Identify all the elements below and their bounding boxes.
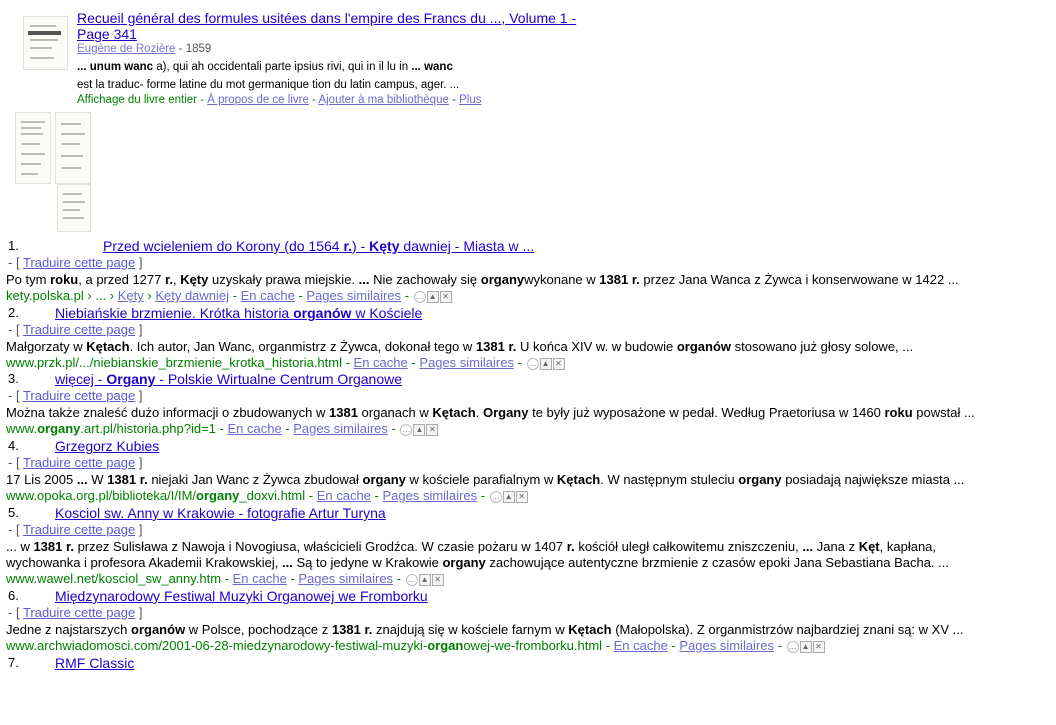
promote-icon[interactable]: ▲ xyxy=(539,357,552,370)
result-number: 3. xyxy=(8,371,19,386)
book-author-link[interactable]: Eugène de Rozière xyxy=(77,43,175,55)
result-tools: … ▲ ✕ xyxy=(405,571,444,586)
book-snippet-line1: ... unum wanc a), qui ah occidentali par… xyxy=(77,61,453,73)
translate-row: - [ Traduire cette page ] xyxy=(8,255,143,270)
result-title-link[interactable]: RMF Classic xyxy=(55,655,134,671)
similar-pages-link[interactable]: Pages similaires xyxy=(382,488,477,503)
translate-row: - [ Traduire cette page ] xyxy=(8,455,143,470)
result-snippet: Małgorzaty w Kętach. Ich autor, Jan Wanc… xyxy=(6,339,914,354)
translate-link[interactable]: Traduire cette page xyxy=(23,522,135,537)
result-title-link[interactable]: więcej - Organy - Polskie Wirtualne Cent… xyxy=(55,371,402,387)
similar-pages-link[interactable]: Pages similaires xyxy=(679,638,774,653)
result-tools: … ▲ ✕ xyxy=(413,288,452,303)
full-view-label: Affichage du livre entier xyxy=(77,94,197,106)
translate-row: - [ Traduire cette page ] xyxy=(8,322,143,337)
similar-pages-link[interactable]: Pages similaires xyxy=(306,288,401,303)
remove-icon[interactable]: ✕ xyxy=(552,357,565,370)
comment-icon[interactable]: … xyxy=(526,357,539,370)
translate-row: - [ Traduire cette page ] xyxy=(8,605,143,620)
cache-link[interactable]: En cache xyxy=(233,571,287,586)
cache-link[interactable]: En cache xyxy=(227,421,281,436)
book-page-thumbnail-3[interactable] xyxy=(57,184,91,232)
result-url: www.opoka.org.pl/biblioteka/I/IM/organy_… xyxy=(6,488,528,503)
comment-icon[interactable]: … xyxy=(489,490,502,503)
book-title-link[interactable]: Recueil général des formules usitées dan… xyxy=(77,10,597,42)
result-number: 4. xyxy=(8,438,19,453)
result-title-link[interactable]: Grzegorz Kubies xyxy=(55,438,159,454)
result-url: www.archwiadomosci.com/2001-06-28-miedzy… xyxy=(6,638,825,653)
remove-icon[interactable]: ✕ xyxy=(812,640,825,653)
remove-icon[interactable]: ✕ xyxy=(439,290,452,303)
similar-pages-link[interactable]: Pages similaires xyxy=(298,571,393,586)
result-snippet: Po tym roku, a przed 1277 r., Kęty uzysk… xyxy=(6,272,959,287)
result-number: 2. xyxy=(8,305,19,320)
breadcrumb-link[interactable]: Kęty xyxy=(118,288,144,303)
translate-link[interactable]: Traduire cette page xyxy=(23,388,135,403)
result-snippet: 17 Lis 2005 ... W 1381 r. niejaki Jan Wa… xyxy=(6,472,965,487)
result-url: www.organy.art.pl/historia.php?id=1 - En… xyxy=(6,421,439,436)
result-title-link[interactable]: Międzynarodowy Festiwal Muzyki Organowej… xyxy=(55,588,428,604)
result-url: kety.polska.pl › ... › Kęty › Kęty dawni… xyxy=(6,288,452,303)
similar-pages-link[interactable]: Pages similaires xyxy=(419,355,514,370)
breadcrumb-link[interactable]: Kęty dawniej xyxy=(155,288,229,303)
book-actions: Affichage du livre entier - À propos de … xyxy=(77,94,482,106)
result-snippet: Jedne z najstarszych organów w Polsce, p… xyxy=(6,622,964,637)
search-result: 2. Niebiańskie brzmienie. Krótka historia… xyxy=(0,305,1056,375)
search-result: 7. RMF Classic xyxy=(0,655,1056,725)
more-link[interactable]: Plus xyxy=(459,94,481,106)
cache-link[interactable]: En cache xyxy=(317,488,371,503)
comment-icon[interactable]: … xyxy=(400,423,413,436)
translate-link[interactable]: Traduire cette page xyxy=(23,322,135,337)
translate-row: - [ Traduire cette page ] xyxy=(8,388,143,403)
result-number: 6. xyxy=(8,588,19,603)
about-book-link[interactable]: À propos de ce livre xyxy=(207,94,309,106)
cache-link[interactable]: En cache xyxy=(241,288,295,303)
search-result: 3. więcej - Organy - Polskie Wirtualne Ce… xyxy=(0,371,1056,441)
remove-icon[interactable]: ✕ xyxy=(426,423,439,436)
book-result: Recueil général des formules usitées dan… xyxy=(0,0,1056,235)
result-title-link[interactable]: Przed wcieleniem do Korony (do 1564 r.) … xyxy=(103,238,534,254)
translate-link[interactable]: Traduire cette page xyxy=(23,455,135,470)
result-snippet-line2: wychowanka i profesora Akademii Krakowsk… xyxy=(6,555,949,570)
result-number: 5. xyxy=(8,505,19,520)
promote-icon[interactable]: ▲ xyxy=(426,290,439,303)
translate-row: - [ Traduire cette page ] xyxy=(8,522,143,537)
search-result: 1. Przed wcieleniem do Korony (do 1564 r.… xyxy=(0,238,1056,308)
promote-icon[interactable]: ▲ xyxy=(413,423,426,436)
result-snippet: Można także znaleść dużo informacji o zb… xyxy=(6,405,975,420)
book-meta: Eugène de Rozière - 1859 xyxy=(77,43,212,55)
add-to-library-link[interactable]: Ajouter à ma bibliothèque xyxy=(318,94,448,106)
remove-icon[interactable]: ✕ xyxy=(515,490,528,503)
search-result: 6. Międzynarodowy Festiwal Muzyki Organow… xyxy=(0,588,1056,658)
comment-icon[interactable]: … xyxy=(405,573,418,586)
search-result: 4. Grzegorz Kubies - [ Traduire cette page… xyxy=(0,438,1056,508)
cache-link[interactable]: En cache xyxy=(354,355,408,370)
result-url: www.wawel.net/kosciol_sw_anny.htm - En c… xyxy=(6,571,444,586)
book-page-thumbnail[interactable] xyxy=(15,112,51,184)
result-tools: … ▲ ✕ xyxy=(786,638,825,653)
result-snippet: ... w 1381 r. przez Sulisława z Nawoja i… xyxy=(6,539,937,554)
comment-icon[interactable]: … xyxy=(786,640,799,653)
result-title-link[interactable]: Niebiańskie brzmienie. Krótka historia o… xyxy=(55,305,422,321)
cache-link[interactable]: En cache xyxy=(614,638,668,653)
remove-icon[interactable]: ✕ xyxy=(431,573,444,586)
result-tools: … ▲ ✕ xyxy=(399,421,439,436)
book-snippet-line2: est la traduc- forme latine du mot germa… xyxy=(77,79,460,91)
search-result: 5. Kosciol sw. Anny w Krakowie - fotograf… xyxy=(0,505,1056,589)
book-cover-thumbnail[interactable] xyxy=(23,16,68,70)
result-number: 1. xyxy=(8,238,19,253)
result-url: www.przk.pl/.../niebianskie_brzmienie_kr… xyxy=(6,355,565,370)
promote-icon[interactable]: ▲ xyxy=(502,490,515,503)
promote-icon[interactable]: ▲ xyxy=(418,573,431,586)
result-tools: … ▲ ✕ xyxy=(526,355,565,370)
result-tools: … ▲ ✕ xyxy=(489,488,528,503)
book-page-thumbnail-2[interactable] xyxy=(55,112,91,184)
result-title-link[interactable]: Kosciol sw. Anny w Krakowie - fotografie… xyxy=(55,505,386,521)
comment-icon[interactable]: … xyxy=(413,290,426,303)
promote-icon[interactable]: ▲ xyxy=(799,640,812,653)
similar-pages-link[interactable]: Pages similaires xyxy=(293,421,388,436)
translate-link[interactable]: Traduire cette page xyxy=(23,255,135,270)
translate-link[interactable]: Traduire cette page xyxy=(23,605,135,620)
